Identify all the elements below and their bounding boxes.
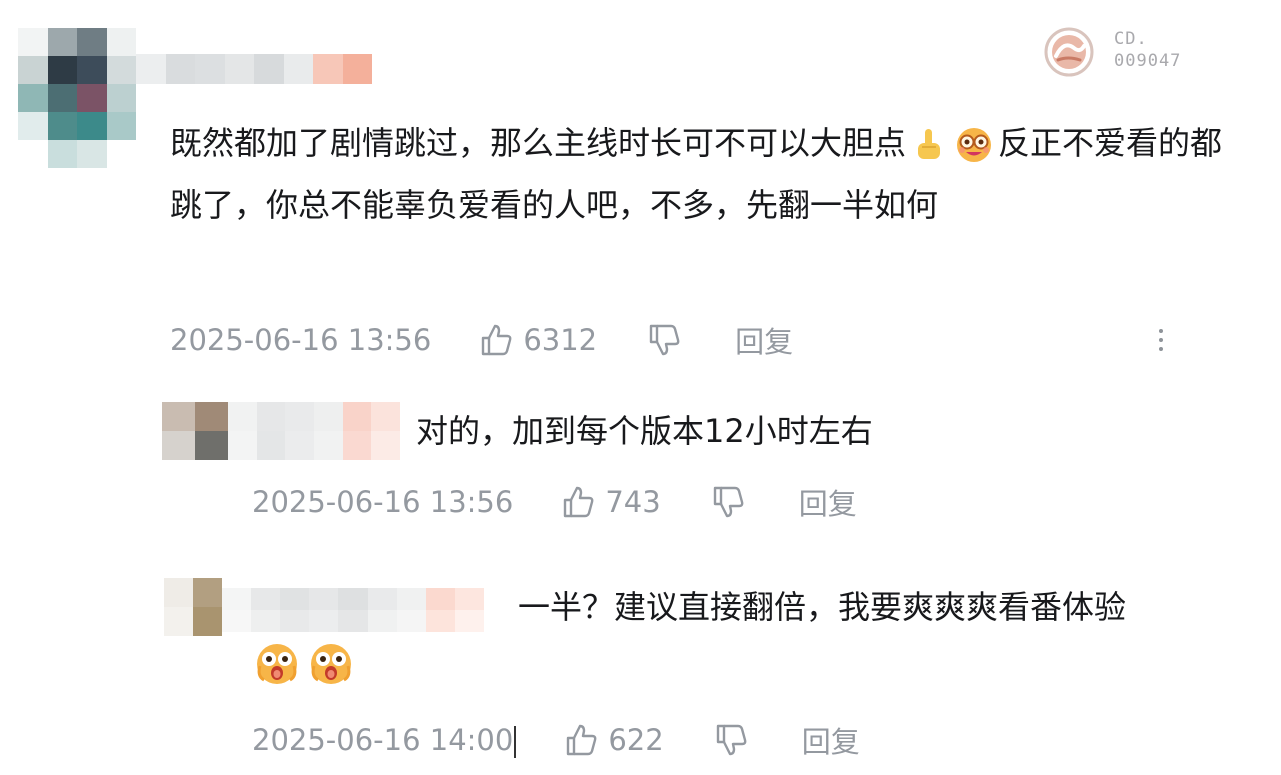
thumbs-down-icon: [649, 324, 680, 356]
thumbs-up-icon: [564, 486, 594, 518]
watermark-code-line1: CD.: [1114, 29, 1148, 49]
thumbs-up-icon: [482, 324, 512, 356]
nerd-face-icon: [957, 128, 992, 162]
watermark-code-line2: 009047: [1114, 51, 1182, 71]
text-cursor: [514, 725, 517, 758]
reply-avatar[interactable]: [162, 402, 228, 460]
reply-text-content: 一半？建议直接翻倍，我要爽爽爽看番体验: [518, 588, 1127, 626]
username-blurred[interactable]: [136, 54, 372, 84]
point-up-icon: [918, 129, 941, 159]
comment-text-part1: 既然都加了剧情跳过，那么主线时长可不可以大胆点: [170, 124, 907, 162]
reply-username-blurred[interactable]: [228, 402, 400, 460]
dislike-button[interactable]: [714, 722, 750, 758]
shocked-face-icon: [311, 644, 351, 684]
like-count: 743: [605, 485, 661, 519]
like-button[interactable]: 743: [561, 484, 661, 520]
watermark-code: CD. 009047: [1114, 28, 1234, 72]
dislike-button[interactable]: [711, 484, 747, 520]
shocked-face-icon: [257, 644, 297, 684]
comment-time: 2025-06-16 13:56: [170, 323, 432, 357]
like-count: 6312: [523, 323, 598, 357]
avatar[interactable]: [18, 28, 136, 168]
reply-emoji-row: [254, 640, 354, 686]
reply-action-bar: 2025-06-16 14:00 622 回复: [252, 720, 860, 760]
thumbs-down-icon: [713, 486, 744, 518]
reply-button[interactable]: 回复: [735, 319, 793, 361]
watermark-logo-icon: [1044, 27, 1094, 77]
reply-username-blurred[interactable]: [222, 588, 484, 632]
reply-time: 2025-06-16 14:00: [252, 722, 517, 758]
like-count: 622: [608, 723, 664, 757]
like-button[interactable]: 622: [564, 722, 664, 758]
comment-action-bar: 2025-06-16 13:56 6312 回复: [170, 320, 793, 360]
reply-text: 一半？建议直接翻倍，我要爽爽爽看番体验: [518, 576, 1258, 638]
reply-action-bar: 2025-06-16 13:56 743 回复: [252, 482, 857, 522]
like-button[interactable]: 6312: [479, 322, 597, 358]
reply-button[interactable]: 回复: [799, 481, 857, 523]
reply-text: 对的，加到每个版本12小时左右: [416, 412, 873, 450]
reply-time-text: 2025-06-16 14:00: [252, 722, 514, 757]
more-options-icon[interactable]: [1146, 320, 1176, 360]
reply-time: 2025-06-16 13:56: [252, 485, 514, 519]
reply-avatar[interactable]: [164, 578, 222, 636]
dislike-button[interactable]: [647, 322, 683, 358]
reply-button[interactable]: 回复: [802, 719, 860, 761]
thumbs-down-icon: [716, 724, 747, 756]
comment-text: 既然都加了剧情跳过，那么主线时长可不可以大胆点 反正不爱看的都跳了，你总不能辜负爱…: [170, 112, 1230, 236]
thumbs-up-icon: [567, 724, 597, 756]
